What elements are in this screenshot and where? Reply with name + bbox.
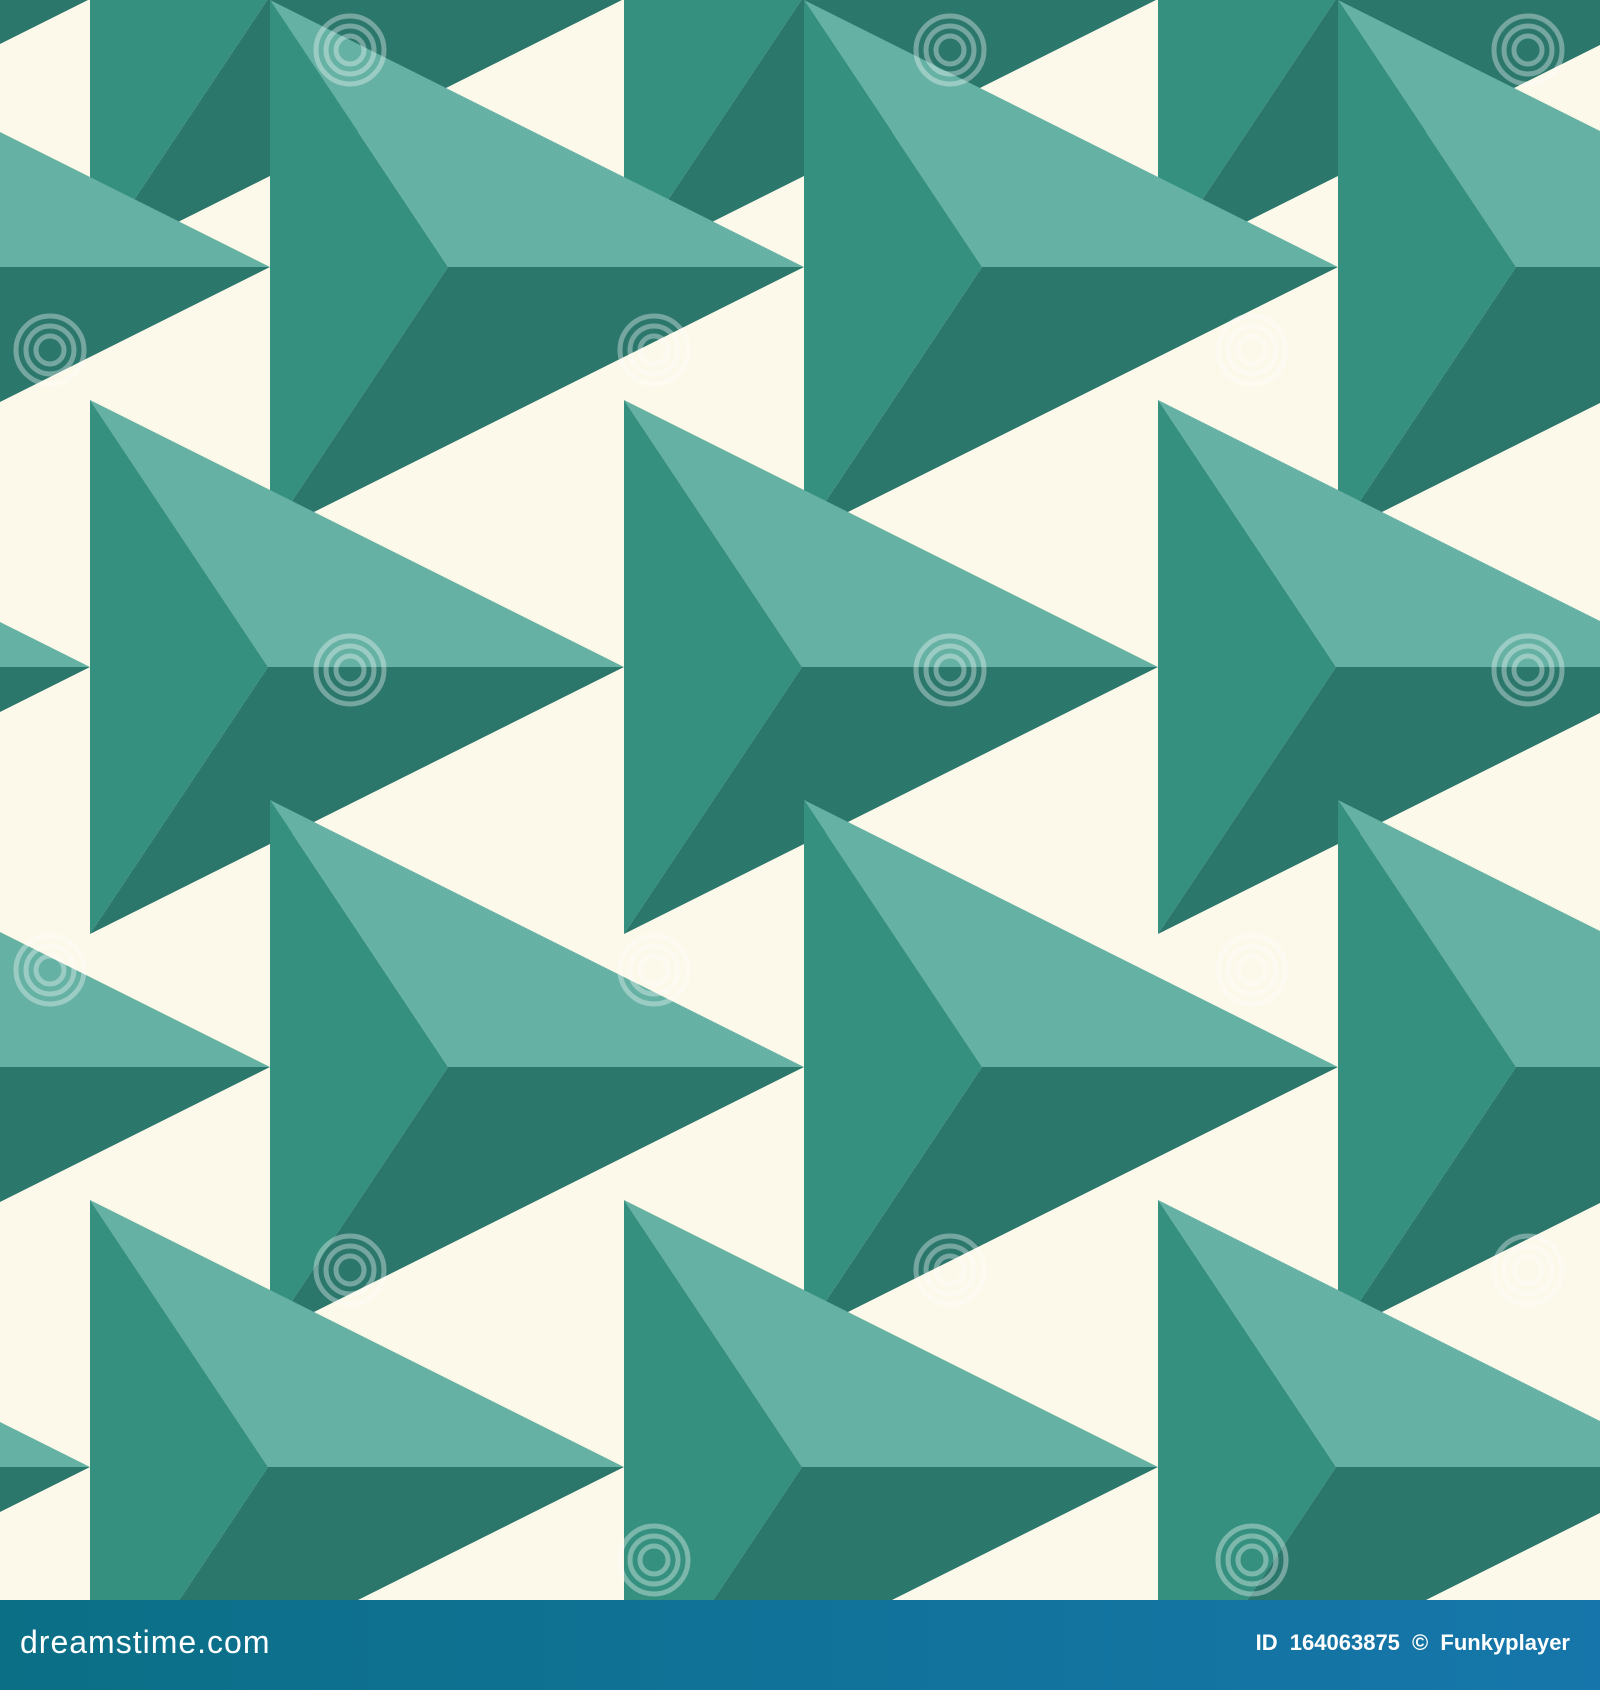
pyramid-facet-top: [0, 1422, 90, 1467]
spiral-icon: [1215, 933, 1289, 1007]
spiral-icon: [1215, 313, 1289, 387]
author-name: Funkyplayer: [1440, 1630, 1570, 1655]
stock-image: dreamstime.com ID 164063875 © Funkyplaye…: [0, 0, 1600, 1690]
triangle-pyramid-pattern: [0, 0, 1600, 1600]
footer-brand-text: dreamstime.com: [20, 1624, 271, 1660]
pyramid-facet-top: [0, 622, 90, 667]
watermark-footer-bar: dreamstime.com ID 164063875 © Funkyplaye…: [0, 1600, 1600, 1690]
copyright-symbol: ©: [1412, 1630, 1429, 1655]
spiral-icon: [617, 933, 691, 1007]
id-value: 164063875: [1289, 1630, 1400, 1655]
pyramid-facet-bottom: [0, 667, 90, 712]
spiral-icon: [1491, 1233, 1565, 1307]
pyramid-facet-bottom: [0, 1467, 90, 1512]
footer-image-id: ID 164063875 © Funkyplayer: [1250, 1630, 1570, 1656]
spiral-icon: [617, 313, 691, 387]
id-label: ID: [1255, 1630, 1278, 1655]
spiral-icon: [913, 1233, 987, 1307]
